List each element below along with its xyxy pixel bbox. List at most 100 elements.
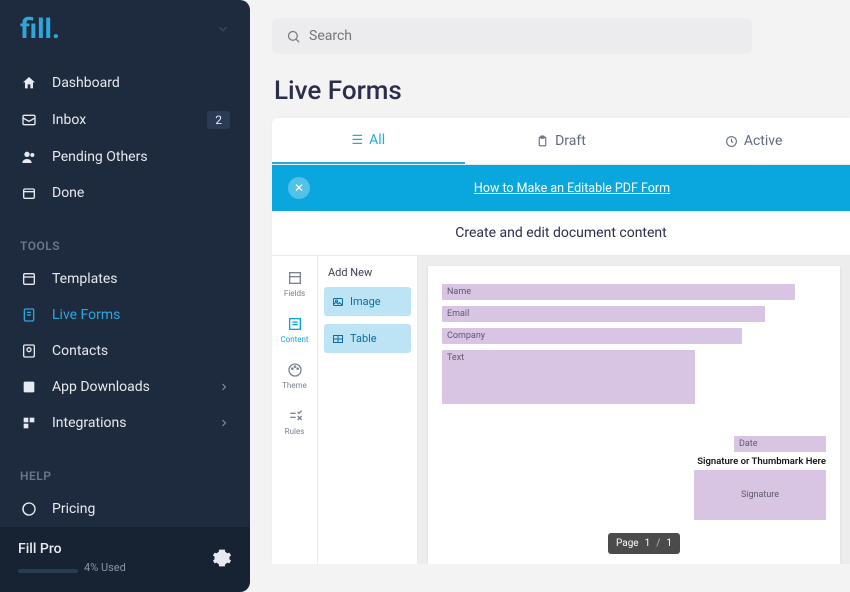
sidebar-item-templates[interactable]: Templates — [0, 261, 250, 297]
users-icon — [20, 149, 38, 165]
tool-content[interactable]: Content — [274, 310, 316, 352]
field-name[interactable]: Name — [442, 284, 795, 300]
page-indicator[interactable]: Page 1 / 1 — [608, 533, 680, 554]
field-email[interactable]: Email — [442, 306, 765, 322]
sidebar-item-pending-others[interactable]: Pending Others — [0, 139, 250, 175]
pager-sep: / — [656, 538, 660, 549]
canvas-area: Name Email Company Text Date Signature o… — [418, 256, 850, 564]
close-icon[interactable]: ✕ — [288, 177, 310, 199]
main-area: Live Forms ☰ All Draft Active ✕ How to M… — [250, 0, 850, 564]
clipboard-icon — [536, 135, 549, 148]
sidebar-item-label: Inbox — [52, 112, 86, 128]
inbox-icon — [20, 112, 38, 128]
banner-link[interactable]: How to Make an Editable PDF Form — [310, 181, 834, 196]
contacts-icon — [20, 343, 38, 359]
tab-label: All — [369, 132, 385, 148]
subheader: Create and edit document content — [272, 211, 850, 256]
section-tools-label: TOOLS — [0, 223, 250, 261]
table-icon — [332, 333, 344, 345]
tool-column: Fields Content Theme Rules — [272, 256, 318, 564]
sidebar-item-label: Templates — [52, 271, 118, 287]
sidebar-item-done[interactable]: Done — [0, 175, 250, 211]
sidebar-item-dashboard[interactable]: Dashboard — [0, 65, 250, 101]
add-table-button[interactable]: Table — [324, 324, 411, 353]
sidebar-item-inbox[interactable]: Inbox 2 — [0, 101, 250, 139]
tool-fields[interactable]: Fields — [274, 264, 316, 306]
sidebar-footer: Fill Pro 4% Used — [0, 527, 250, 592]
sidebar-item-pricing[interactable]: Pricing — [0, 491, 250, 527]
sidebar-item-app-downloads[interactable]: App Downloads — [0, 369, 250, 405]
usage-bar — [18, 569, 78, 573]
nav-main: Dashboard Inbox 2 Pending Others Done — [0, 65, 250, 211]
brand-row[interactable]: fill. — [0, 0, 250, 65]
tool-rules[interactable]: Rules — [274, 402, 316, 444]
nav-tools: Templates Live Forms Contacts App Downlo… — [0, 261, 250, 441]
list-icon: ☰ — [352, 133, 364, 148]
sidebar-item-live-forms[interactable]: Live Forms — [0, 297, 250, 333]
sidebar-item-label: Done — [52, 185, 84, 201]
templates-icon — [20, 271, 38, 287]
add-new-panel: Add New Image Table — [318, 256, 418, 564]
chevron-down-icon[interactable] — [216, 22, 230, 36]
panel-btn-label: Image — [350, 295, 381, 308]
tool-label: Rules — [285, 427, 305, 436]
search-input[interactable] — [309, 28, 738, 44]
page-title: Live Forms — [274, 76, 850, 106]
sidebar-item-label: Pending Others — [52, 149, 148, 165]
search-bar[interactable] — [272, 18, 752, 54]
tab-label: Draft — [555, 133, 586, 149]
add-image-button[interactable]: Image — [324, 287, 411, 316]
sidebar: fill. Dashboard Inbox 2 Pending Others D… — [0, 0, 250, 564]
tab-active[interactable]: Active — [657, 118, 850, 164]
panel-btn-label: Table — [350, 332, 377, 345]
content-card: ☰ All Draft Active ✕ How to Make an Edit… — [272, 118, 850, 564]
field-text[interactable]: Text — [442, 350, 695, 404]
download-icon — [20, 379, 38, 395]
rules-icon — [287, 408, 303, 424]
sidebar-item-label: Live Forms — [52, 307, 120, 323]
palette-icon — [287, 362, 303, 378]
panel-title: Add New — [328, 266, 411, 279]
archive-icon — [20, 185, 38, 201]
content-icon — [287, 316, 303, 332]
tabs: ☰ All Draft Active — [272, 118, 850, 165]
editor: Fields Content Theme Rules Add New — [272, 256, 850, 564]
tutorial-banner: ✕ How to Make an Editable PDF Form — [272, 165, 850, 211]
sidebar-item-label: Contacts — [52, 343, 108, 359]
field-date[interactable]: Date — [734, 436, 826, 452]
pager-total: 1 — [666, 538, 672, 549]
tool-label: Content — [280, 335, 308, 344]
fields-icon — [287, 270, 303, 286]
section-help-label: HELP — [0, 453, 250, 491]
clock-icon — [725, 135, 738, 148]
field-company[interactable]: Company — [442, 328, 742, 344]
tab-label: Active — [744, 133, 783, 149]
brand-logo: fill. — [20, 12, 60, 45]
tab-all[interactable]: ☰ All — [272, 118, 465, 164]
sidebar-item-label: Pricing — [52, 501, 95, 517]
sidebar-item-label: App Downloads — [52, 379, 150, 395]
document-page[interactable]: Name Email Company Text Date Signature o… — [428, 266, 840, 564]
chevron-right-icon — [218, 381, 230, 393]
signature-label: Signature or Thumbmark Here — [697, 456, 826, 467]
chevron-right-icon — [218, 417, 230, 429]
pager-current: 1 — [645, 538, 651, 549]
pricing-icon — [20, 501, 38, 517]
field-signature[interactable]: Signature — [694, 470, 826, 520]
usage-text: 4% Used — [84, 561, 126, 574]
pager-label: Page — [616, 538, 639, 549]
tab-draft[interactable]: Draft — [465, 118, 658, 164]
sidebar-item-label: Dashboard — [52, 75, 120, 91]
inbox-badge: 2 — [207, 111, 230, 129]
tool-label: Fields — [284, 289, 305, 298]
image-icon — [332, 296, 344, 308]
search-icon — [286, 29, 301, 44]
sidebar-item-integrations[interactable]: Integrations — [0, 405, 250, 441]
sidebar-item-contacts[interactable]: Contacts — [0, 333, 250, 369]
integrations-icon — [20, 415, 38, 431]
tool-theme[interactable]: Theme — [274, 356, 316, 398]
sidebar-item-label: Integrations — [52, 415, 126, 431]
plan-name: Fill Pro — [18, 541, 212, 557]
home-icon — [20, 75, 38, 91]
gear-icon[interactable] — [212, 548, 232, 568]
